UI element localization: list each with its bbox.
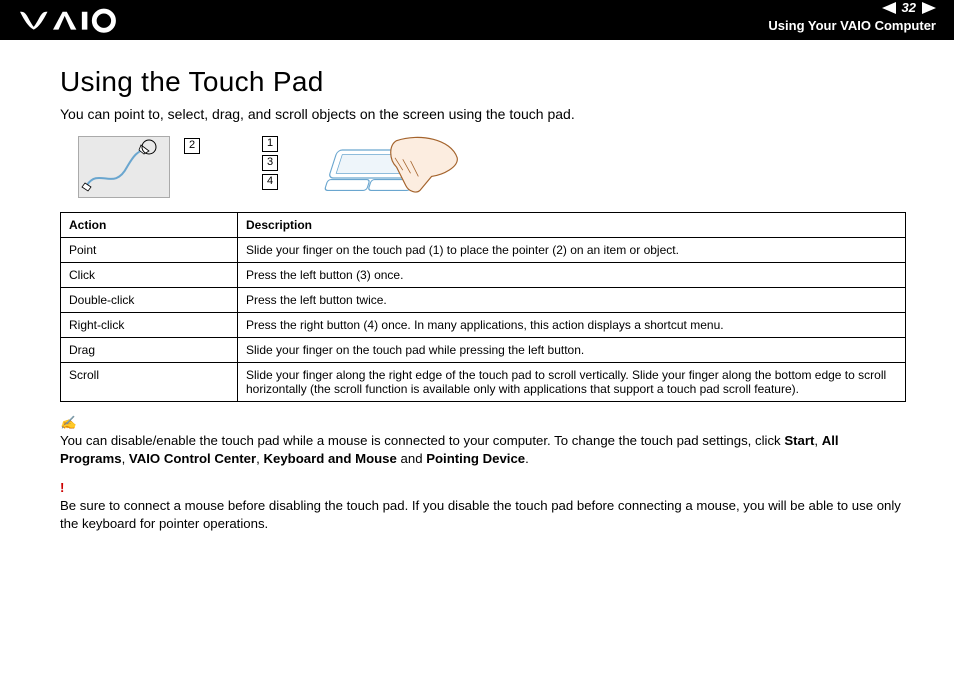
prev-page-icon[interactable] <box>882 2 896 14</box>
table-row: PointSlide your finger on the touch pad … <box>61 238 906 263</box>
diagram-label-1: 1 <box>262 136 278 152</box>
page-header: 32 Using Your VAIO Computer <box>0 0 954 40</box>
cursor-diagram <box>78 136 170 198</box>
table-header-row: Action Description <box>61 213 906 238</box>
col-action: Action <box>61 213 238 238</box>
actions-table: Action Description PointSlide your finge… <box>60 212 906 402</box>
touchpad-illustration-icon <box>296 136 466 206</box>
vaio-logo-icon <box>20 6 130 34</box>
table-row: ScrollSlide your finger along the right … <box>61 363 906 402</box>
label-list: 1 3 4 <box>262 136 278 190</box>
table-row: ClickPress the left button (3) once. <box>61 263 906 288</box>
page-title: Using the Touch Pad <box>60 66 906 98</box>
intro-text: You can point to, select, drag, and scro… <box>60 106 906 122</box>
note-block: ✍ You can disable/enable the touch pad w… <box>60 414 906 467</box>
diagram-label-3: 3 <box>262 155 278 171</box>
page-navigator: 32 <box>882 0 936 15</box>
warning-icon: ! <box>60 480 64 495</box>
note-icon: ✍ <box>60 415 76 430</box>
next-page-icon[interactable] <box>922 2 936 14</box>
page-number: 32 <box>902 0 916 15</box>
warning-text: Be sure to connect a mouse before disabl… <box>60 498 901 531</box>
diagram-label-4: 4 <box>262 174 278 190</box>
table-row: DragSlide your finger on the touch pad w… <box>61 338 906 363</box>
label-2-wrap: 2 <box>184 138 200 154</box>
page-content: Using the Touch Pad You can point to, se… <box>0 40 954 533</box>
table-row: Double-clickPress the left button twice. <box>61 288 906 313</box>
diagram-label-2: 2 <box>184 138 200 154</box>
warning-block: ! Be sure to connect a mouse before disa… <box>60 479 906 532</box>
section-title: Using Your VAIO Computer <box>768 18 936 33</box>
diagram-area: 2 1 3 4 <box>78 136 906 206</box>
table-row: Right-clickPress the right button (4) on… <box>61 313 906 338</box>
note-text: You can disable/enable the touch pad whi… <box>60 433 839 466</box>
col-description: Description <box>238 213 906 238</box>
